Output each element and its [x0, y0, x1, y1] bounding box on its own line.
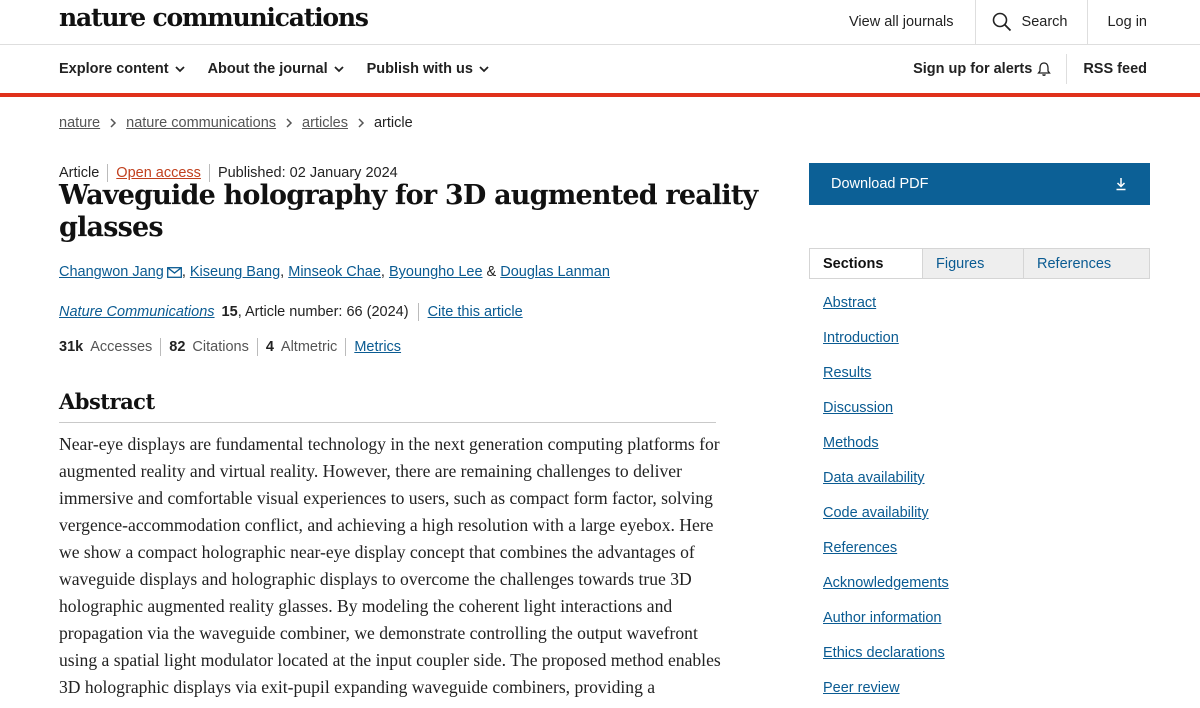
nav-publish[interactable]: Publish with us [367, 61, 489, 77]
journal-link[interactable]: Nature Communications [59, 304, 215, 320]
section-link-discussion[interactable]: Discussion [823, 400, 893, 416]
sidebar-tabs: Sections Figures References [809, 248, 1150, 279]
breadcrumb: nature nature communications articles ar… [59, 115, 413, 131]
published-date: Published: 02 January 2024 [217, 165, 398, 181]
author-separator: , [181, 264, 190, 280]
section-link-peer-review[interactable]: Peer review [823, 680, 900, 696]
divider [256, 338, 258, 356]
rss-feed-link[interactable]: RSS feed [1066, 54, 1200, 84]
download-pdf-label: Download PDF [831, 176, 929, 192]
breadcrumb-nature[interactable]: nature [59, 115, 100, 131]
chevron-right-icon [358, 118, 365, 128]
author-link[interactable]: Changwon Jang [59, 264, 164, 280]
divider [417, 303, 419, 321]
article-metrics: 31k Accesses 82 Citations 4 Altmetric Me… [59, 338, 401, 356]
author-separator: , [380, 264, 389, 280]
tab-figures[interactable]: Figures [922, 249, 1023, 278]
section-item: Discussion [823, 400, 949, 435]
accent-divider [0, 93, 1200, 97]
author-link[interactable]: Minseok Chae [288, 264, 381, 280]
article-type: Article [59, 165, 100, 181]
chevron-down-icon [333, 65, 344, 72]
nav-publish-label: Publish with us [366, 61, 473, 77]
search-label: Search [1021, 14, 1068, 30]
sign-up-alerts-link[interactable]: Sign up for alerts [913, 45, 1066, 93]
author-link[interactable]: Byoungho Lee [389, 264, 483, 280]
abstract-heading: Abstract [59, 389, 716, 423]
section-item: Introduction [823, 330, 949, 365]
view-all-journals-link[interactable]: View all journals [829, 0, 975, 44]
chevron-down-icon [174, 65, 185, 72]
altmetric-count: 4 [265, 339, 274, 355]
download-icon [1116, 178, 1126, 191]
sections-list: Abstract Introduction Results Discussion… [823, 295, 949, 708]
section-link-results[interactable]: Results [823, 365, 871, 381]
section-item: Code availability [823, 505, 949, 540]
section-link-author-information[interactable]: Author information [823, 610, 941, 626]
nav-explore-content[interactable]: Explore content [59, 61, 185, 77]
section-link-introduction[interactable]: Introduction [823, 330, 899, 346]
metrics-link[interactable]: Metrics [354, 339, 401, 355]
section-link-code-availability[interactable]: Code availability [823, 505, 929, 521]
chevron-right-icon [286, 118, 293, 128]
top-bar: nature communications View all journals … [0, 0, 1200, 45]
altmetric-label: Altmetric [280, 339, 338, 355]
chevron-down-icon [479, 65, 489, 72]
section-item: Methods [823, 435, 949, 470]
volume: 15 [221, 304, 238, 320]
tab-sections[interactable]: Sections [810, 249, 922, 278]
divider [345, 338, 347, 356]
section-link-data-availability[interactable]: Data availability [823, 470, 925, 486]
author-link[interactable]: Kiseung Bang [190, 264, 280, 280]
section-link-ethics-declarations[interactable]: Ethics declarations [823, 645, 945, 661]
download-pdf-button[interactable]: Download PDF [809, 163, 1150, 205]
section-item: Data availability [823, 470, 949, 505]
section-item: Peer review [823, 680, 949, 708]
citations-label: Citations [192, 339, 249, 355]
nav-explore-label: Explore content [59, 61, 169, 77]
author-separator: , [280, 264, 289, 280]
article-number: , Article number: 66 (2024) [237, 304, 409, 320]
section-item: Acknowledgements [823, 575, 949, 610]
citations-count: 82 [169, 339, 186, 355]
section-link-references[interactable]: References [823, 540, 897, 556]
tab-references[interactable]: References [1023, 249, 1149, 278]
top-links: View all journals Search Log in [829, 0, 1200, 44]
alerts-label: Sign up for alerts [913, 61, 1033, 77]
accesses-label: Accesses [90, 339, 153, 355]
login-link[interactable]: Log in [1087, 0, 1200, 44]
breadcrumb-article: article [373, 115, 413, 131]
section-link-methods[interactable]: Methods [823, 435, 879, 451]
author-list: Changwon Jang , Kiseung Bang , Minseok C… [59, 264, 610, 280]
section-item: Results [823, 365, 949, 400]
section-link-abstract[interactable]: Abstract [823, 295, 876, 311]
section-item: Abstract [823, 295, 949, 330]
nav-about-journal[interactable]: About the journal [208, 61, 344, 77]
envelope-icon[interactable] [166, 266, 182, 278]
section-item: Author information [823, 610, 949, 645]
citation-line: Nature Communications 15 , Article numbe… [59, 303, 523, 321]
author-and: & [482, 264, 501, 280]
breadcrumb-nature-communications[interactable]: nature communications [126, 115, 276, 131]
section-item: Ethics declarations [823, 645, 949, 680]
main-nav: Explore content About the journal Publis… [0, 45, 1200, 93]
search-button[interactable]: Search [974, 0, 1088, 44]
section-link-acknowledgements[interactable]: Acknowledgements [823, 575, 949, 591]
cite-this-article-link[interactable]: Cite this article [428, 304, 523, 320]
divider [160, 338, 162, 356]
author-link[interactable]: Douglas Lanman [500, 264, 610, 280]
breadcrumb-articles[interactable]: articles [302, 115, 348, 131]
chevron-right-icon [110, 118, 117, 128]
section-item: References [823, 540, 949, 575]
site-logo[interactable]: nature communications [59, 3, 369, 32]
bell-icon [1037, 62, 1052, 76]
nav-about-label: About the journal [207, 61, 328, 77]
open-access-link[interactable]: Open access [116, 165, 201, 181]
article-title: Waveguide holography for 3D augmented re… [59, 180, 758, 243]
accesses-count: 31k [59, 339, 84, 355]
abstract-text: Near-eye displays are fundamental techno… [59, 434, 721, 697]
search-icon [992, 12, 1011, 32]
